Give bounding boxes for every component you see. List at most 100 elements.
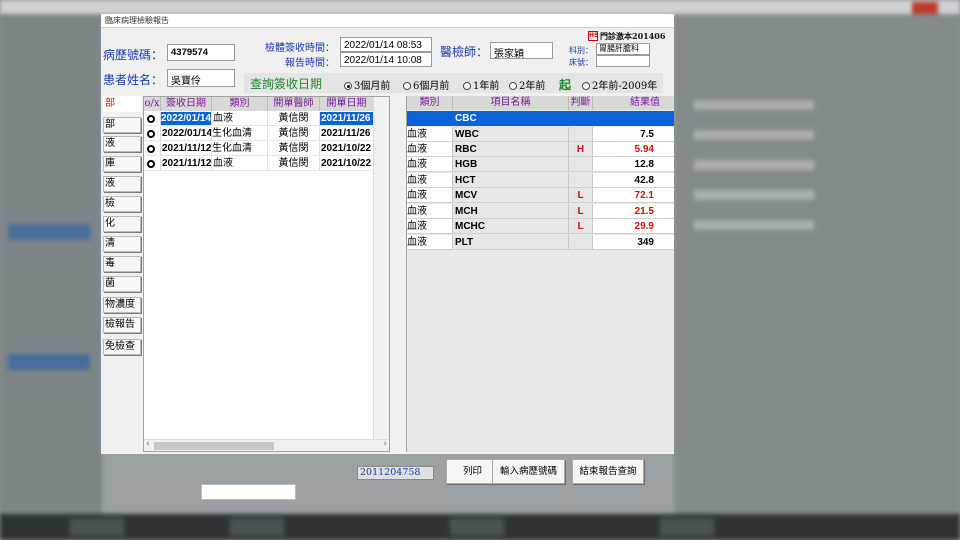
category-button[interactable]: 部 <box>103 117 141 133</box>
result-row[interactable]: 血液 MCV L 72.1 <box>407 188 674 203</box>
cell-type: 血液 <box>407 235 453 250</box>
background-blue-button <box>8 354 90 370</box>
radio-3-months-label: 3個月前 <box>354 81 391 92</box>
version-code: 2011204758 <box>357 466 434 480</box>
radio-2-years[interactable]: 2年前 <box>509 77 545 92</box>
bed-field <box>596 55 650 67</box>
category-button[interactable]: 清 <box>103 236 141 252</box>
cell-order-date: 2021/10/22 <box>320 157 374 171</box>
column-header[interactable]: 開單醫師 <box>268 97 320 111</box>
background-right-panel <box>674 14 960 514</box>
cell-flag <box>569 127 593 142</box>
dept-label: 科別： <box>569 46 593 55</box>
circle-icon <box>147 130 155 138</box>
column-header[interactable]: o/x <box>144 97 161 111</box>
radio-dot-icon <box>509 82 517 90</box>
category-button[interactable]: 菌 <box>103 276 141 292</box>
column-header[interactable]: 簽收日期 <box>161 97 212 111</box>
category-button[interactable]: 液 <box>103 176 141 192</box>
table-row[interactable]: 2022/01/14 血液 黃信閔 2021/11/26 <box>144 112 374 126</box>
category-button[interactable]: 庫 <box>103 156 141 172</box>
cell-flag <box>569 173 593 188</box>
vertical-scrollbar[interactable] <box>373 97 389 441</box>
cell-flag: L <box>569 204 593 219</box>
circle-icon <box>147 160 155 168</box>
doctor-label: 醫檢師： <box>440 45 489 59</box>
circle-icon <box>147 115 155 123</box>
scroll-left-icon[interactable]: ‹ <box>146 439 150 449</box>
received-time-field: 2022/01/14 08:53 <box>340 37 432 52</box>
column-header[interactable]: 項目名稱 <box>453 96 569 110</box>
radio-2-years-2009[interactable]: 2年前-2009年 <box>582 77 657 92</box>
background-left-panel <box>0 14 102 514</box>
cell-item: MCHC <box>453 219 569 234</box>
result-row[interactable]: 血液 PLT 349 <box>407 235 674 250</box>
row-radio[interactable] <box>144 112 161 126</box>
cell-type: 血液 <box>407 204 453 219</box>
result-grid[interactable]: 類別 項目名稱 判斷 結果值 CBC 血液 WBC 7.5 血液 RBC H 5… <box>406 96 674 452</box>
category-button[interactable]: 部 <box>103 96 141 112</box>
result-row[interactable]: 血液 HCT 42.8 <box>407 173 674 188</box>
radio-1-year[interactable]: 1年前 <box>463 77 499 92</box>
column-header[interactable]: 類別 <box>212 97 268 111</box>
chart-no-label: 病歷號碼： <box>103 48 164 62</box>
bed-label: 床號： <box>569 58 593 67</box>
taskbar-item <box>230 518 284 536</box>
input-chart-no-button[interactable]: 輸入病歷號碼 <box>492 459 565 484</box>
taskbar-item <box>660 518 714 536</box>
table-row[interactable]: 2021/11/12 血液 黃信閔 2021/10/22 <box>144 157 374 171</box>
row-radio[interactable] <box>144 157 161 171</box>
scroll-thumb[interactable] <box>154 442 274 450</box>
report-list-grid[interactable]: o/x 簽收日期 類別 開單醫師 開單日期 2022/01/14 血液 黃信閔 … <box>143 96 390 452</box>
category-button[interactable]: 物濃度 <box>103 297 141 313</box>
row-radio[interactable] <box>144 127 161 141</box>
radio-3-months[interactable]: 3個月前 <box>344 77 390 92</box>
radio-1-year-label: 1年前 <box>473 81 500 92</box>
result-group-row[interactable]: CBC <box>407 111 674 126</box>
table-row[interactable]: 2021/11/12 生化血清 黃信閔 2021/10/22 <box>144 142 374 156</box>
background-stripe <box>694 130 814 140</box>
result-row[interactable]: 血液 RBC H 5.94 <box>407 142 674 157</box>
row-radio[interactable] <box>144 142 161 156</box>
result-row[interactable]: 血液 MCHC L 29.9 <box>407 219 674 234</box>
scroll-right-icon[interactable]: › <box>383 439 387 449</box>
cell-item: HCT <box>453 173 569 188</box>
cell-value: 21.5 <box>593 204 674 219</box>
result-row[interactable]: 血液 HGB 12.8 <box>407 157 674 172</box>
patient-name-field[interactable]: 吳寶伶 <box>167 69 235 87</box>
radio-2-years-label: 2年前 <box>519 81 546 92</box>
cell-item: HGB <box>453 157 569 172</box>
category-button[interactable]: 檢報告 <box>103 317 141 333</box>
category-button[interactable]: 檢 <box>103 196 141 212</box>
received-time-label: 檢體簽收時間： <box>265 43 335 54</box>
column-header[interactable]: 類別 <box>407 96 453 110</box>
result-row[interactable]: 血液 WBC 7.5 <box>407 127 674 142</box>
table-row[interactable]: 2022/01/14 生化血清 黃信閔 2021/11/26 <box>144 127 374 141</box>
cell-value: 42.8 <box>593 173 674 188</box>
result-row[interactable]: 血液 MCH L 21.5 <box>407 204 674 219</box>
cell-type: 血液 <box>212 112 268 126</box>
horizontal-scrollbar[interactable]: ‹ › <box>144 439 389 451</box>
cell-date: 2022/01/14 <box>161 112 212 126</box>
patient-name-label: 患者姓名： <box>103 73 164 87</box>
column-header[interactable]: 結果值 <box>593 96 674 110</box>
cell-flag <box>569 157 593 172</box>
chart-no-field[interactable]: 4379574 <box>167 44 235 61</box>
clinic-badge: HS <box>588 31 599 41</box>
column-header[interactable]: 開單日期 <box>320 97 374 111</box>
background-stripe <box>694 160 814 170</box>
column-header[interactable]: 判斷 <box>569 96 593 110</box>
radio-6-months[interactable]: 6個月前 <box>403 77 449 92</box>
category-button[interactable]: 毒 <box>103 256 141 272</box>
category-button[interactable]: 化 <box>103 216 141 232</box>
end-report-query-button[interactable]: 結束報告查詢 <box>572 459 644 484</box>
cell-value: 5.94 <box>593 142 674 157</box>
circle-icon <box>147 145 155 153</box>
category-button[interactable]: 液 <box>103 136 141 152</box>
radio-dot-icon <box>463 82 471 90</box>
radio-dot-selected-icon <box>344 82 352 90</box>
category-button[interactable]: 免檢查 <box>103 339 141 355</box>
cell-order-date: 2021/11/26 <box>320 112 374 126</box>
cell-item: WBC <box>453 127 569 142</box>
cell-date: 2021/11/12 <box>161 142 212 156</box>
